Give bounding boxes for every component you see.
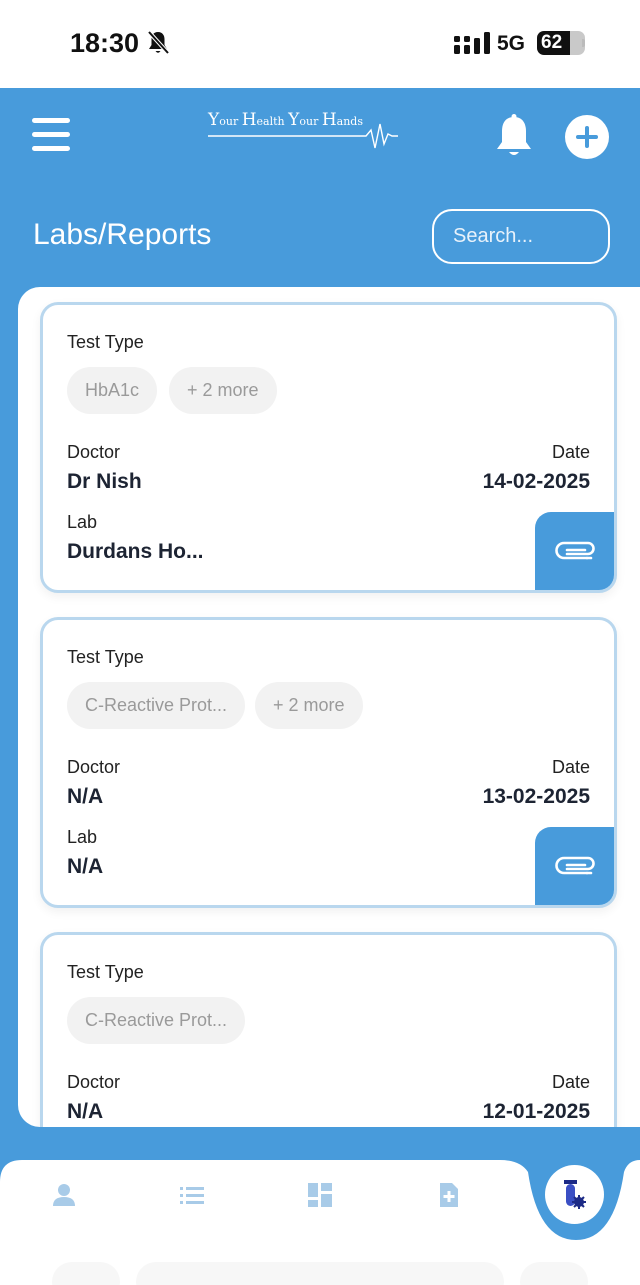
page-title: Labs/Reports — [33, 218, 212, 251]
test-type-label: Test Type — [67, 332, 144, 352]
test-type-label: Test Type — [67, 647, 144, 667]
battery-icon: 62 — [537, 31, 585, 55]
add-report-button[interactable] — [565, 115, 609, 159]
date-label: Date — [551, 442, 590, 462]
reports-list: Test Type HbA1c + 2 more Doctor Dr Nish … — [18, 287, 640, 1127]
paperclip-icon — [555, 541, 595, 560]
doctor-label: Doctor — [67, 1072, 121, 1092]
lab-label: Lab — [67, 512, 98, 532]
status-time: 18:30 — [70, 28, 140, 58]
profile-icon[interactable] — [51, 1182, 77, 1208]
home-indicator-area — [136, 1262, 504, 1285]
home-indicator-area — [520, 1262, 588, 1285]
lab-test-tab[interactable] — [545, 1165, 604, 1224]
home-indicator-area — [52, 1262, 120, 1285]
report-card[interactable]: Test Type HbA1c + 2 more Doctor Dr Nish … — [40, 302, 617, 593]
lab-test-icon — [564, 1180, 586, 1209]
attachment-button[interactable] — [535, 512, 614, 590]
test-type-chip: HbA1c — [67, 367, 158, 414]
more-tests-chip[interactable]: + 2 more — [255, 682, 363, 729]
date-label: Date — [551, 757, 590, 777]
heartbeat-line-icon — [208, 123, 398, 149]
battery-level: 62 — [541, 32, 563, 53]
lab-label: Lab — [67, 827, 98, 847]
doctor-value: Dr Nish — [67, 470, 142, 493]
network-type: 5G — [497, 32, 526, 55]
report-card[interactable]: Test Type C-Reactive Prot... Doctor N/A … — [40, 932, 617, 1127]
search-input[interactable] — [432, 209, 610, 264]
notification-bell-icon[interactable] — [494, 114, 534, 158]
date-value: 14-02-2025 — [482, 470, 590, 493]
more-tests-chip[interactable]: + 2 more — [169, 367, 277, 414]
date-value: 12-01-2025 — [482, 1100, 590, 1123]
signal-icon — [454, 32, 490, 54]
test-type-chip: C-Reactive Prot... — [67, 997, 246, 1044]
attachment-button[interactable] — [535, 827, 614, 905]
bell-off-icon — [147, 30, 170, 55]
date-value: 13-02-2025 — [482, 785, 590, 808]
lab-value: N/A — [67, 855, 104, 878]
report-card[interactable]: Test Type C-Reactive Prot... + 2 more Do… — [40, 617, 617, 908]
paperclip-icon — [555, 856, 595, 875]
menu-icon[interactable] — [32, 118, 70, 152]
dashboard-icon[interactable] — [307, 1182, 333, 1208]
test-type-label: Test Type — [67, 962, 144, 982]
lab-value: Durdans Ho... — [67, 540, 204, 563]
doctor-value: N/A — [67, 1100, 104, 1123]
doctor-label: Doctor — [67, 757, 121, 777]
status-bar: 18:30 5G 62 — [0, 0, 640, 88]
list-icon[interactable] — [179, 1182, 205, 1208]
add-record-icon[interactable] — [436, 1182, 462, 1208]
test-type-chip: C-Reactive Prot... — [67, 682, 246, 729]
app-logo: Your Health Your Hands — [208, 108, 398, 154]
doctor-label: Doctor — [67, 442, 121, 462]
date-label: Date — [551, 1072, 590, 1092]
doctor-value: N/A — [67, 785, 104, 808]
